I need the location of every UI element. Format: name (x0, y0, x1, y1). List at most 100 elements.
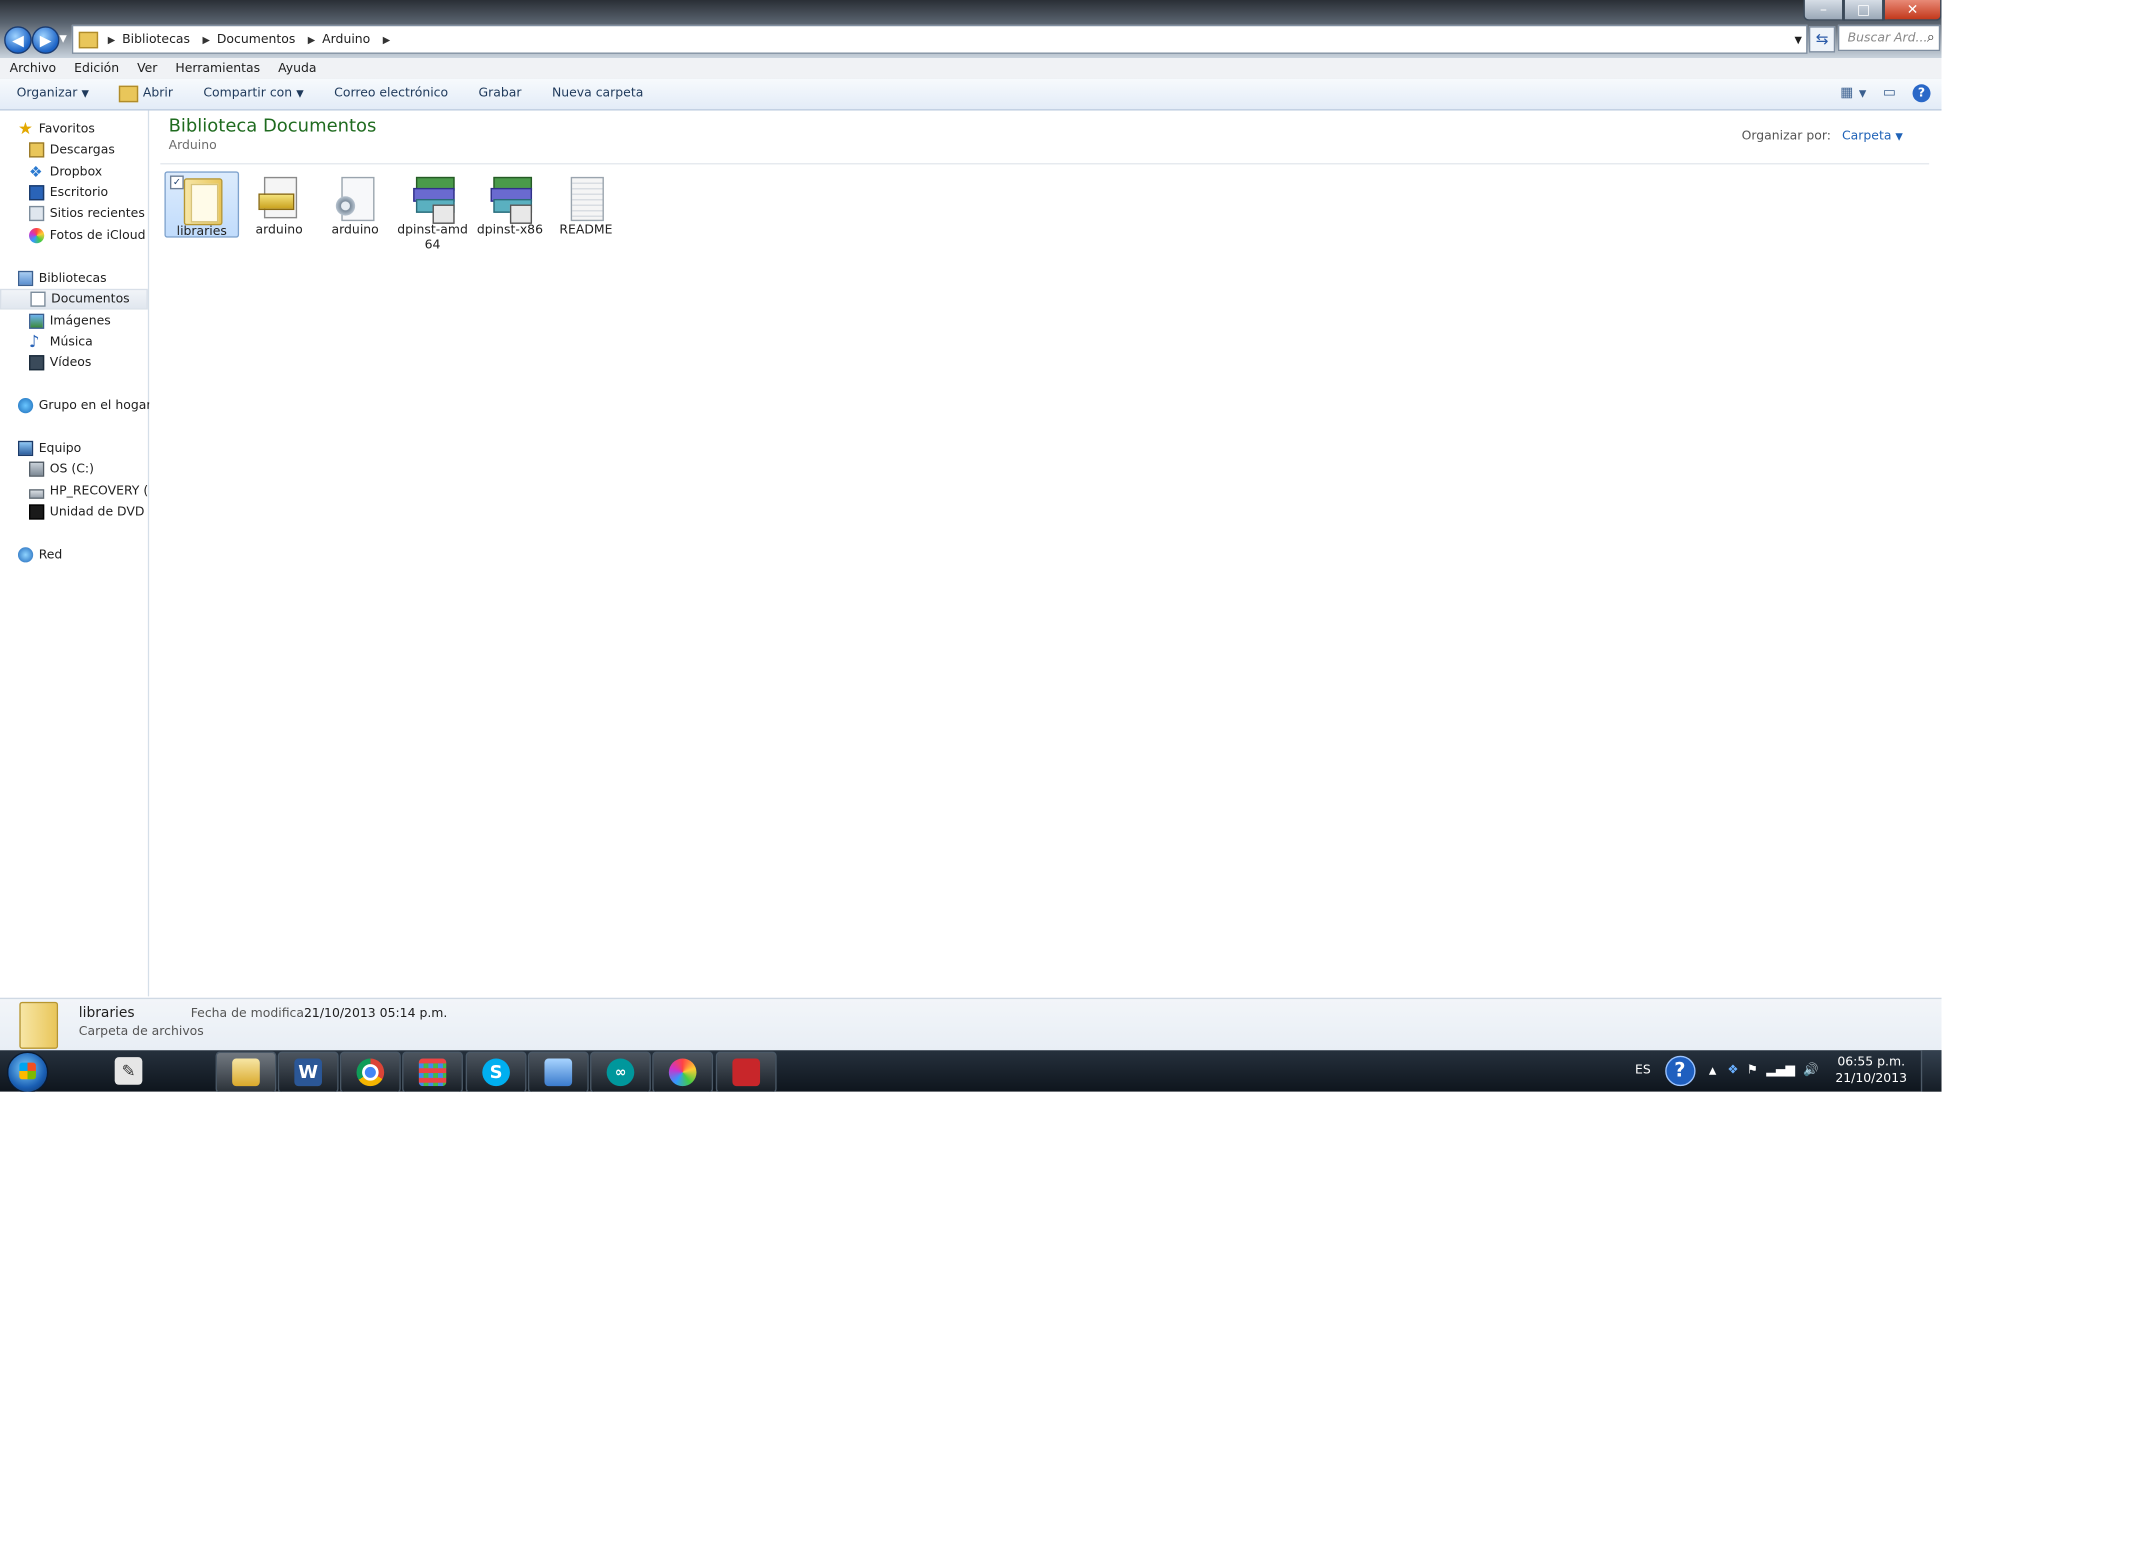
menu-archivo[interactable]: Archivo (0, 61, 64, 75)
search-input[interactable]: Buscar Ard... ⌕ (1837, 24, 1941, 52)
help-icon[interactable]: ? (1912, 84, 1931, 103)
dropbox-icon[interactable]: ❖ (1727, 1064, 1738, 1078)
refresh-button[interactable]: ⇆ (1808, 26, 1836, 53)
file-item-readme[interactable]: README (549, 171, 624, 238)
share-button[interactable]: Compartir con ▼ (187, 87, 318, 101)
taskbar-word[interactable]: W (277, 1051, 339, 1092)
nav-bibliotecas[interactable]: Bibliotecas (17, 268, 166, 289)
action-center-flag-icon[interactable]: ⚑ (1747, 1064, 1758, 1078)
help-icon[interactable]: ? (1664, 1055, 1696, 1087)
nav-favoritos[interactable]: ★ Favoritos (18, 119, 166, 140)
nav-label: Vídeos (49, 355, 92, 370)
arrow-left-icon: ◀ (12, 31, 24, 50)
nav-label: Red (38, 547, 63, 562)
navigation-pane: ★ Favoritos Descargas ❖ Dropbox Escritorio… (0, 110, 165, 997)
breadcrumb-separator-icon[interactable]: ▶ (198, 34, 214, 45)
taskbar-paint[interactable] (652, 1051, 714, 1092)
details-pane: libraries Carpeta de archivos Fecha de m… (0, 997, 1942, 1052)
file-item-arduino-settings[interactable]: arduino (318, 171, 393, 238)
breadcrumb-arduino[interactable]: Arduino (319, 32, 378, 46)
open-button[interactable]: Abrir (103, 85, 187, 103)
breadcrumb-separator-icon[interactable]: ▶ (379, 34, 395, 45)
start-button[interactable] (6, 1051, 49, 1092)
file-item-libraries[interactable]: ✓ libraries (164, 171, 240, 239)
file-name: dpinst-amd 64 (397, 223, 468, 253)
icloud-photos-icon (29, 228, 45, 244)
volume-icon[interactable]: 🔊 (1803, 1064, 1819, 1078)
view-dropdown-icon[interactable]: ▼ (1859, 88, 1866, 99)
forward-button[interactable]: ▶ (31, 26, 60, 54)
menu-ver[interactable]: Ver (127, 61, 165, 75)
menu-herramientas[interactable]: Herramientas (166, 61, 269, 75)
address-bar[interactable]: ▶ Bibliotecas ▶ Documentos ▶ Arduino ▶ ▼ (71, 24, 1808, 54)
nav-label: HP_RECOVERY (D: (49, 484, 162, 499)
details-modified-label: Fecha de modifica... (190, 1007, 316, 1022)
open-folder-icon (119, 85, 139, 103)
search-icon: ⌕ (1926, 30, 1935, 46)
breadcrumb-separator-icon[interactable]: ▶ (304, 34, 320, 45)
maximize-button[interactable]: □ (1843, 0, 1884, 21)
taskbar-explorer[interactable] (215, 1051, 277, 1092)
divider (160, 163, 1930, 165)
windows-logo-icon (19, 1062, 36, 1080)
show-desktop-button[interactable] (1920, 1050, 1942, 1092)
details-type: Carpeta de archivos (78, 1025, 204, 1040)
close-button[interactable]: ✕ (1883, 0, 1942, 21)
nav-label: Dropbox (49, 165, 103, 179)
recent-pages-chevron-icon[interactable]: ▼ (59, 33, 66, 44)
menu-ayuda[interactable]: Ayuda (268, 61, 324, 75)
taskbar-chrome[interactable] (339, 1051, 401, 1092)
nav-label: Música (49, 335, 93, 349)
chrome-icon (356, 1058, 385, 1087)
new-folder-button[interactable]: Nueva carpeta (535, 87, 657, 101)
file-name: README (559, 223, 613, 238)
dropbox-icon: ❖ (29, 163, 43, 182)
arrow-right-icon: ▶ (39, 31, 52, 50)
burn-label: Grabar (478, 87, 522, 101)
nav-equipo[interactable]: Equipo (17, 438, 166, 459)
taskbar-arduino[interactable]: ∞ (590, 1051, 651, 1092)
nav-documentos[interactable]: Documentos (0, 288, 148, 310)
desktop-icon (29, 185, 45, 201)
refresh-icon: ⇆ (1815, 30, 1829, 49)
arduino-icon: ∞ (606, 1058, 635, 1087)
email-label: Correo electrónico (334, 87, 449, 101)
file-item-dpinst-x86[interactable]: dpinst-x86 (473, 171, 548, 238)
application-icon (257, 174, 301, 224)
back-button[interactable]: ◀ (4, 26, 32, 54)
taskbar-skype[interactable]: S (465, 1051, 527, 1092)
preview-pane-icon[interactable]: ▭ (1883, 86, 1896, 101)
network-signal-icon[interactable]: ▂▄▆ (1766, 1064, 1795, 1078)
minimize-button[interactable]: – (1803, 0, 1844, 21)
breadcrumb-bibliotecas[interactable]: Bibliotecas (119, 32, 198, 46)
email-button[interactable]: Correo electrónico (318, 87, 462, 101)
organize-button[interactable]: Organizar ▼ (0, 87, 103, 101)
nav-label: Bibliotecas (38, 271, 107, 286)
show-hidden-icons-icon[interactable]: ▲ (1709, 1065, 1716, 1076)
file-list: Biblioteca Documentos Arduino Organizar … (149, 110, 1942, 997)
taskbar-pen-tablet[interactable]: ✎ (99, 1052, 157, 1091)
clock-date: 21/10/2013 (1835, 1072, 1908, 1087)
breadcrumb-documentos[interactable]: Documentos (214, 32, 304, 46)
language-indicator[interactable]: ES (1635, 1064, 1651, 1078)
pen-tablet-icon: ✎ (114, 1057, 143, 1085)
folder-icon (19, 1001, 59, 1049)
drive-icon (29, 461, 45, 477)
address-dropdown-icon[interactable]: ▼ (1795, 34, 1802, 45)
file-item-arduino-exe[interactable]: arduino (242, 171, 317, 238)
taskbar-app-grid[interactable] (402, 1051, 463, 1092)
view-controls: ▦ ▼ ▭ ? (1840, 84, 1931, 103)
file-item-dpinst-amd64[interactable]: dpinst-amd 64 (395, 171, 470, 254)
burn-button[interactable]: Grabar (462, 87, 535, 101)
library-title: Biblioteca Documentos (168, 116, 377, 137)
nav-red[interactable]: Red (17, 544, 166, 565)
taskbar-remote-desktop[interactable] (527, 1051, 589, 1092)
nav-grupo-hogar[interactable]: Grupo en el hogar (17, 395, 166, 416)
taskbar-toolbox[interactable] (715, 1051, 777, 1092)
arrange-by-dropdown[interactable]: Carpeta ▼ (1842, 130, 1903, 144)
clock[interactable]: 06:55 p.m. 21/10/2013 (1835, 1054, 1907, 1087)
nav-label: Fotos de iCloud (49, 228, 146, 243)
file-name: dpinst-x86 (476, 223, 544, 238)
menu-edicion[interactable]: Edición (64, 61, 127, 75)
change-view-icon[interactable]: ▦ (1840, 86, 1853, 101)
